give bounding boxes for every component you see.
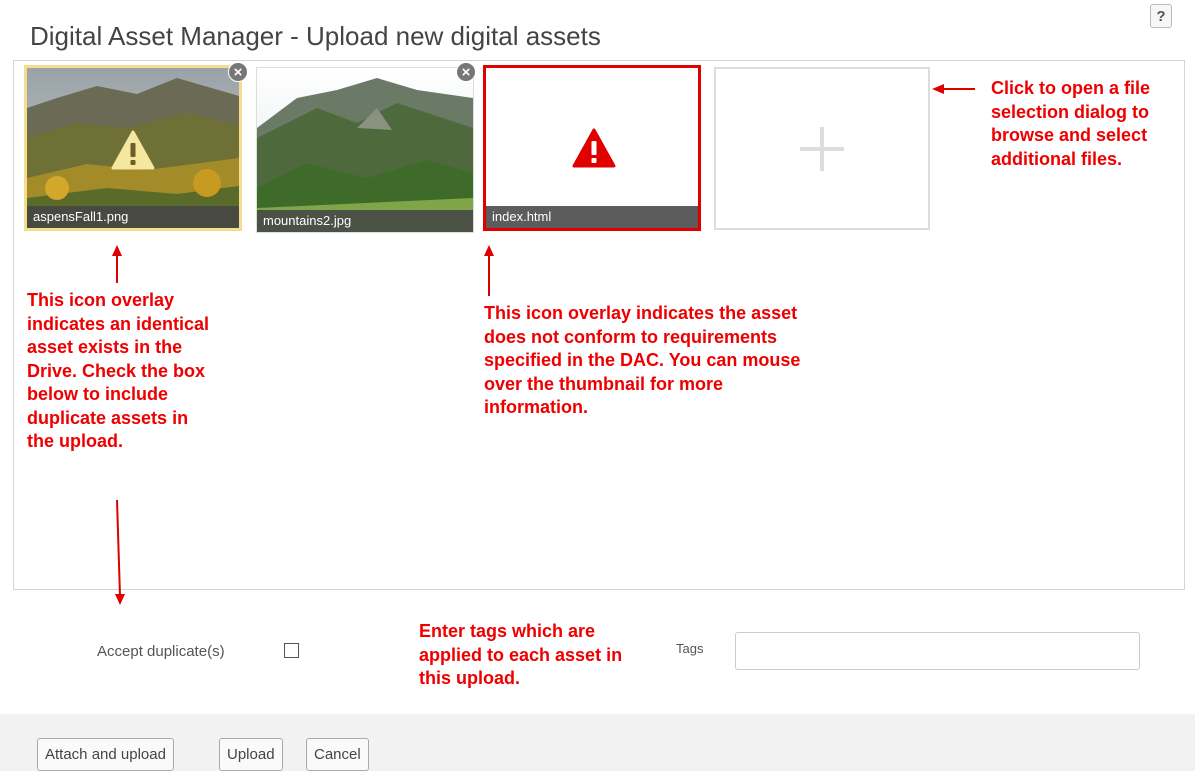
asset-filename: index.html: [486, 206, 698, 228]
annotation-invalid: This icon overlay indicates the asset do…: [484, 303, 801, 417]
duplicate-warning-icon: [111, 130, 155, 170]
dialog-footer: [0, 714, 1195, 771]
cancel-button[interactable]: Cancel: [306, 738, 369, 771]
accept-duplicates-label: Accept duplicate(s): [97, 643, 225, 660]
invalid-warning-icon: [572, 128, 616, 168]
annotation-add-files: Click to open a file selection dialog to…: [991, 78, 1151, 169]
tags-input[interactable]: [735, 632, 1140, 670]
attach-and-upload-button[interactable]: Attach and upload: [37, 738, 174, 771]
asset-thumbnail-mountains2[interactable]: mountains2.jpg: [256, 67, 474, 233]
accept-duplicates-checkbox[interactable]: [284, 643, 299, 658]
help-button[interactable]: ?: [1150, 4, 1172, 28]
annotation-tags: Enter tags which are applied to each ass…: [419, 621, 623, 688]
remove-asset-mountains2-icon[interactable]: ×: [456, 62, 476, 82]
asset-image-mountains: [257, 68, 473, 232]
asset-filename: aspensFall1.png: [27, 206, 239, 228]
tags-label: Tags: [676, 641, 704, 656]
asset-filename: mountains2.jpg: [257, 210, 473, 232]
annotation-duplicate: This icon overlay indicates an identical…: [27, 290, 210, 451]
asset-thumbnail-aspensfall1[interactable]: aspensFall1.png: [24, 65, 242, 231]
upload-button[interactable]: Upload: [219, 738, 283, 771]
remove-asset-aspensfall1-icon[interactable]: ×: [228, 62, 248, 82]
plus-icon: [800, 147, 844, 151]
asset-thumbnail-index[interactable]: index.html: [483, 65, 701, 231]
add-files-button[interactable]: [714, 67, 930, 230]
page-title: Digital Asset Manager - Upload new digit…: [30, 21, 601, 52]
